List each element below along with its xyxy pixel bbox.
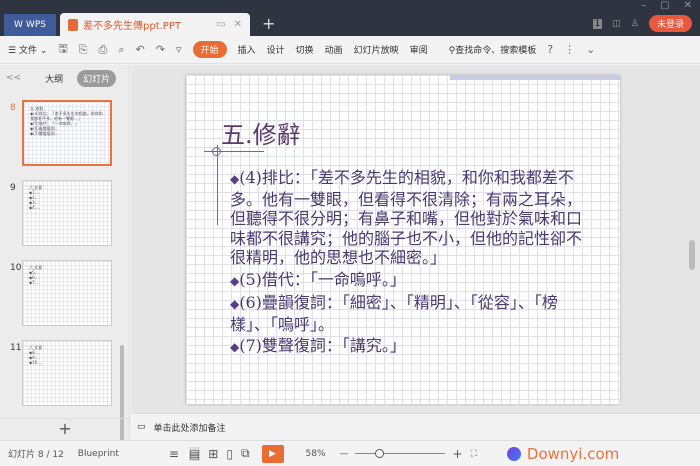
thumb-number: 11 xyxy=(10,343,22,353)
zoom-in-button[interactable]: + xyxy=(453,447,463,461)
bullet-text: (7)雙聲復詞：「講究。」 xyxy=(239,336,406,355)
zoom-select[interactable]: 58% xyxy=(306,449,326,459)
watermark: Downyi.com xyxy=(526,444,620,463)
search-command-label: 查找命令、搜索模板 xyxy=(455,46,537,56)
new-tab-button[interactable]: + xyxy=(262,14,275,33)
slide-thumbnail[interactable]: 五.修辭 ◆(4)排比：「差不多先生的相貌，和你和我都差不多。他有一雙眼…」 ◆(5… xyxy=(22,100,112,166)
close-window-icon[interactable]: ✕ xyxy=(684,0,692,11)
slide-thumbnail[interactable]: 六.文意 ◆5.… ◆6.… ◆7.… xyxy=(22,260,112,326)
save-icon[interactable]: 🖫 xyxy=(58,40,67,59)
sorter-view-icon[interactable]: ⊞ xyxy=(208,447,218,461)
bullet-item: ◆(6)疊韻復詞：「細密」、「精明」、「從容」、「榜樣」、「嗚呼」。 xyxy=(230,293,590,334)
thumb-number: 9 xyxy=(10,183,16,193)
bullet-text: (5)借代：「一命嗚呼。」 xyxy=(239,269,406,289)
wps-label: WPS xyxy=(25,20,46,30)
ribbon-toolbar: ☰ 文件 ⌄ 🖫 ⎘ ⎙ ⌕ ↶ ↷ ▿ 开始 插入 设计 切换 动画 幻灯片放… xyxy=(0,36,700,64)
notes-area[interactable]: ▭ 单击此处添加备注 xyxy=(131,413,700,440)
search-command[interactable]: ⚲查找命令、搜索模板 xyxy=(449,43,537,56)
theme-name[interactable]: Blueprint xyxy=(78,449,119,459)
print-preview-icon[interactable]: ⌕ xyxy=(118,43,124,57)
slide-canvas[interactable]: 五.修辭 ◆(4)排比：「差不多先生的相貌，和你和我都差不多。他有一雙眼，但看得… xyxy=(186,75,620,404)
diamond-bullet-icon: ◆ xyxy=(230,273,240,288)
play-button[interactable]: ▶ xyxy=(261,444,284,463)
slides-tab[interactable]: 幻灯片 xyxy=(77,69,117,87)
diamond-bullet-icon: ◆ xyxy=(230,340,240,354)
slide-editor: 五.修辭 ◆(4)排比：「差不多先生的相貌，和你和我都差不多。他有一雙眼，但看得… xyxy=(131,65,700,413)
bullet-text: (6)疊韻復詞：「細密」、「精明」、「從容」、「榜樣」、「嗚呼」。 xyxy=(230,293,558,334)
thumb-number: 8 xyxy=(10,103,16,113)
slide-counter: 幻灯片 8 / 12 xyxy=(8,450,64,460)
more-icon[interactable]: ▿ xyxy=(176,43,182,56)
present-view-icon[interactable]: ⧉ xyxy=(241,446,250,461)
zoom-slider[interactable] xyxy=(354,449,445,458)
format-painter-icon[interactable]: ⎘ xyxy=(79,43,88,57)
diamond-bullet-icon: ◆ xyxy=(230,172,240,186)
diamond-bullet-icon: ◆ xyxy=(230,297,240,311)
decor-line xyxy=(217,145,218,225)
fit-window-icon[interactable]: ⛶ xyxy=(471,449,477,459)
bullet-item: ◆(5)借代：「一命嗚呼。」 xyxy=(230,270,590,292)
maximize-icon[interactable]: ▢ xyxy=(660,0,669,11)
scroll-thumb[interactable] xyxy=(689,240,695,270)
slide-thumbnail[interactable]: 六.文意 ◆1.… ◆2.… ◆3.… ◆4.… xyxy=(22,180,112,246)
tab-animation[interactable]: 动画 xyxy=(325,43,343,56)
file-menu[interactable]: ☰ 文件 ⌄ xyxy=(8,43,47,56)
print-icon[interactable]: ⎙ xyxy=(99,43,108,57)
document-tab[interactable]: 差不多先生傳ppt.PPT ▭ ✕ xyxy=(60,13,250,36)
tab-start[interactable]: 开始 xyxy=(192,41,227,58)
add-slide-button[interactable]: + xyxy=(0,418,130,440)
slide-title[interactable]: 五.修辭 xyxy=(221,115,301,150)
collapse-ribbon-icon[interactable]: ⌄ xyxy=(586,43,595,56)
undo-icon[interactable]: ↶ xyxy=(136,43,145,56)
notes-icon: ▭ xyxy=(137,422,146,432)
pin-icon[interactable]: ▭ xyxy=(216,19,225,30)
skin-icon[interactable]: ◫ xyxy=(612,19,621,29)
file-menu-label: 文件 xyxy=(18,46,37,56)
title-bar: W WPS 差不多先生傳ppt.PPT ▭ ✕ + – ▢ ✕ 1 ◫ ♙ 未登录 xyxy=(0,0,700,36)
assistant-orb-icon[interactable] xyxy=(506,446,521,461)
help-icon[interactable]: ? xyxy=(547,43,553,56)
document-tab-label: 差不多先生傳ppt.PPT xyxy=(83,21,181,32)
ppt-file-icon xyxy=(68,18,78,31)
notes-placeholder: 单击此处添加备注 xyxy=(153,423,226,434)
decor-bar xyxy=(450,75,620,80)
decor-circle xyxy=(212,147,221,156)
bullet-item: ◆(7)雙聲復詞：「講究。」 xyxy=(230,336,590,358)
window-count-badge[interactable]: 1 xyxy=(592,18,603,29)
close-tab-icon[interactable]: ✕ xyxy=(234,19,242,30)
vertical-scrollbar[interactable] xyxy=(687,65,697,413)
minimize-icon[interactable]: – xyxy=(641,0,646,11)
collapse-panel-icon[interactable]: << xyxy=(6,73,21,83)
normal-view-icon[interactable]: ▤ xyxy=(188,446,201,461)
tab-slideshow[interactable]: 幻灯片放映 xyxy=(354,43,399,56)
thumb-number: 10 xyxy=(10,263,22,273)
more-options-icon[interactable]: ⋮ xyxy=(564,43,575,56)
redo-icon[interactable]: ↷ xyxy=(156,43,165,56)
notes-toggle-icon[interactable]: ≡ xyxy=(169,447,179,461)
status-bar: 幻灯片 8 / 12 Blueprint ≡ ▤ ⊞ ▯ ⧉ ▶ 58% — +… xyxy=(0,440,700,466)
bullet-item: ◆(4)排比：「差不多先生的相貌，和你和我都差不多。他有一雙眼，但看得不很清除；… xyxy=(230,168,590,268)
zoom-out-button[interactable]: — xyxy=(340,449,349,459)
wps-logo-icon: W xyxy=(14,20,23,30)
tab-review[interactable]: 审阅 xyxy=(410,43,428,56)
slide-thumbnail[interactable]: 六.文意 ◆8.… ◆9.… ◆10.… xyxy=(22,340,112,406)
slide-body[interactable]: ◆(4)排比：「差不多先生的相貌，和你和我都差不多。他有一雙眼，但看得不很清除；… xyxy=(230,168,590,360)
slide-panel: << 大纲 幻灯片 8 五.修辭 ◆(4)排比：「差不多先生的相貌，和你和我都差不多。… xyxy=(0,65,130,445)
wps-home-tab[interactable]: W WPS xyxy=(4,14,56,36)
shirt-icon[interactable]: ♙ xyxy=(631,19,639,29)
tab-transition[interactable]: 切换 xyxy=(296,43,314,56)
tab-design[interactable]: 设计 xyxy=(267,43,285,56)
login-button[interactable]: 未登录 xyxy=(648,15,692,32)
zoom-knob[interactable] xyxy=(374,449,384,458)
outline-tab[interactable]: 大纲 xyxy=(45,72,63,85)
reading-view-icon[interactable]: ▯ xyxy=(226,447,233,461)
tab-insert[interactable]: 插入 xyxy=(238,43,256,56)
bullet-text: (4)排比：「差不多先生的相貌，和你和我都差不多。他有一雙眼，但看得不很清除；有… xyxy=(230,168,583,267)
